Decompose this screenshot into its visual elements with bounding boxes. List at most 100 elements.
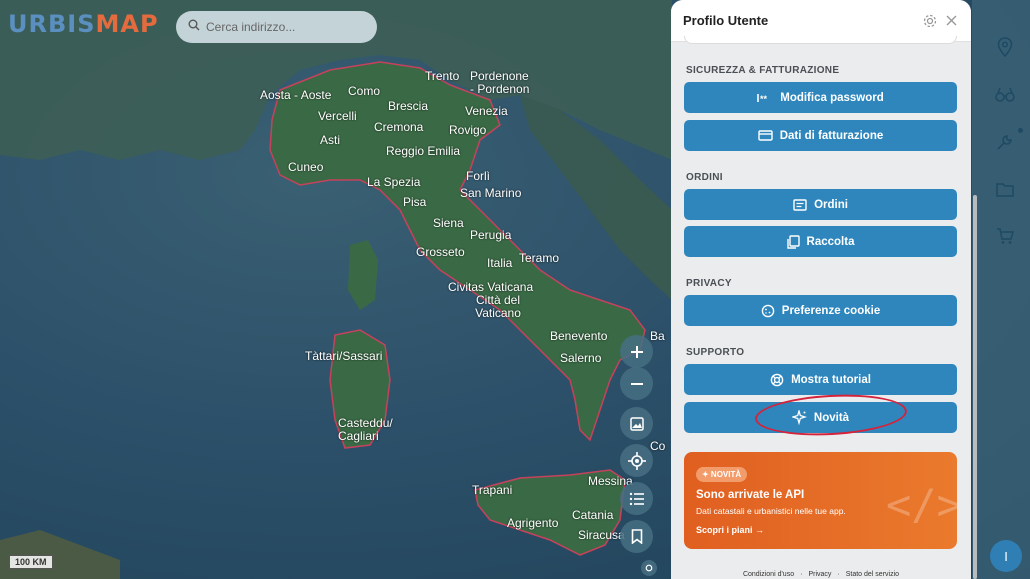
privacy-link[interactable]: Privacy xyxy=(808,571,831,578)
map-city-label: Cremona xyxy=(374,120,424,134)
scrolled-card-edge xyxy=(684,36,957,44)
svg-text:**: ** xyxy=(760,94,768,103)
tools-button[interactable] xyxy=(994,131,1016,153)
list-icon xyxy=(629,492,644,505)
gear-icon xyxy=(645,564,653,572)
cart-icon xyxy=(997,227,1014,244)
binoculars-icon xyxy=(995,87,1015,102)
map-city-label: Reggio Emilia xyxy=(386,144,461,158)
map-city-label: Asti xyxy=(320,133,341,147)
section-label-security: SICUREZZA & FATTURAZIONE xyxy=(686,65,840,76)
bookmark-button[interactable] xyxy=(620,520,653,553)
orders-label: Ordini xyxy=(814,198,848,211)
terms-link[interactable]: Condizioni d'uso xyxy=(743,571,794,578)
map-city-label: Casteddu/ Cagliari xyxy=(338,416,393,443)
map-city-label: Agrigento xyxy=(507,516,559,530)
cookie-preferences-label: Preferenze cookie xyxy=(781,304,881,317)
billing-data-button[interactable]: Dati di fatturazione xyxy=(684,120,957,151)
cookie-preferences-button[interactable]: Preferenze cookie xyxy=(684,295,957,326)
urbismap-logo[interactable]: URBISMAP xyxy=(8,10,159,38)
minus-icon xyxy=(630,382,643,385)
map-city-label: Italia xyxy=(487,256,513,270)
service-status-link[interactable]: Stato del servizio xyxy=(846,571,899,578)
map-city-label: Grosseto xyxy=(416,245,465,259)
gear-icon xyxy=(923,14,937,27)
footer-separator: · xyxy=(800,571,803,578)
wrench-icon xyxy=(997,135,1012,150)
map-city-label: Trento xyxy=(425,69,460,83)
change-password-button[interactable]: ** Modifica password xyxy=(684,82,957,113)
footer-separator: · xyxy=(837,571,840,578)
map-city-label: Tàttari/Sassari xyxy=(305,349,383,363)
image-icon xyxy=(629,416,644,431)
code-brackets-icon: </> xyxy=(886,480,957,529)
credit-card-icon xyxy=(758,130,773,141)
map-scale-bar: 100 KM xyxy=(9,555,53,569)
panel-scrollbar[interactable] xyxy=(973,195,977,579)
map-city-label: Brescia xyxy=(388,99,429,113)
map-city-label: Ba xyxy=(650,329,665,343)
api-promo-card[interactable]: ✦ NOVITÀ Sono arrivate le API Dati catas… xyxy=(684,452,957,549)
location-pin-button[interactable] xyxy=(994,36,1016,58)
map-city-label: Pisa xyxy=(403,195,427,209)
map-city-label: Perugia xyxy=(470,228,512,242)
map-layers-button[interactable] xyxy=(620,407,653,440)
crosshair-icon xyxy=(627,451,646,470)
search-input[interactable] xyxy=(206,20,366,34)
section-label-orders: ORDINI xyxy=(686,172,723,183)
folder-icon xyxy=(996,182,1014,197)
documents-icon xyxy=(786,234,800,249)
receipt-icon xyxy=(793,198,807,211)
location-pin-icon xyxy=(997,37,1013,57)
search-icon xyxy=(188,18,200,36)
lifebuoy-icon xyxy=(770,373,784,386)
map-city-label: Città del Vaticano xyxy=(475,293,521,320)
map-city-label: Aosta - Aoste xyxy=(260,88,332,102)
settings-button[interactable] xyxy=(922,13,938,29)
map-settings-button[interactable] xyxy=(641,560,657,576)
map-city-label: Pordenone - Pordenon xyxy=(470,69,530,96)
map-city-label: Cuneo xyxy=(288,160,324,174)
promo-subtitle: Dati catastali e urbanistici nelle tue a… xyxy=(696,506,846,516)
zoom-out-button[interactable] xyxy=(620,367,653,400)
map-city-label: Catania xyxy=(572,508,614,522)
news-badge: ✦ NOVITÀ xyxy=(696,467,748,482)
section-label-support: SUPPORTO xyxy=(686,347,745,358)
map-city-label: Benevento xyxy=(550,329,608,343)
map-city-label: Trapani xyxy=(472,483,513,497)
plus-icon xyxy=(630,345,643,358)
discover-plans-link[interactable]: Scopri i piani → xyxy=(696,525,764,535)
close-icon xyxy=(946,15,956,26)
user-profile-panel: Profilo Utente SICUREZZA & FATTURAZIONE … xyxy=(671,0,971,579)
map-city-label: Venezia xyxy=(465,104,508,118)
show-tutorial-label: Mostra tutorial xyxy=(791,373,871,386)
billing-data-label: Dati di fatturazione xyxy=(779,129,884,142)
cart-button[interactable] xyxy=(994,225,1016,247)
map-city-label: Forlì xyxy=(466,169,490,183)
logo-part-map: MAP xyxy=(95,10,159,38)
logo-part-urbis: URBIS xyxy=(8,10,96,38)
map-city-label: Rovigo xyxy=(449,123,487,137)
close-button[interactable] xyxy=(943,13,959,29)
list-view-button[interactable] xyxy=(620,482,653,515)
map-city-label: Como xyxy=(348,84,381,98)
address-search-bar[interactable] xyxy=(176,11,377,43)
bookmark-icon xyxy=(631,529,642,544)
section-label-privacy: PRIVACY xyxy=(686,278,732,289)
collection-button[interactable]: Raccolta xyxy=(684,226,957,257)
map-city-label: Co xyxy=(650,439,666,453)
orders-button[interactable]: Ordini xyxy=(684,189,957,220)
binoculars-button[interactable] xyxy=(994,84,1016,106)
map-city-label: Teramo xyxy=(519,251,560,265)
locate-me-button[interactable] xyxy=(620,444,653,477)
folder-button[interactable] xyxy=(994,178,1016,200)
map-city-label: Salerno xyxy=(560,351,602,365)
notification-dot xyxy=(1018,128,1023,133)
map-city-label: Siena xyxy=(433,216,464,230)
promo-title: Sono arrivate le API xyxy=(696,489,805,501)
show-tutorial-button[interactable]: Mostra tutorial xyxy=(684,364,957,395)
collection-label: Raccolta xyxy=(806,235,855,248)
map-city-label: Vercelli xyxy=(318,109,357,123)
user-avatar[interactable]: I xyxy=(990,540,1022,572)
zoom-in-button[interactable] xyxy=(620,335,653,368)
